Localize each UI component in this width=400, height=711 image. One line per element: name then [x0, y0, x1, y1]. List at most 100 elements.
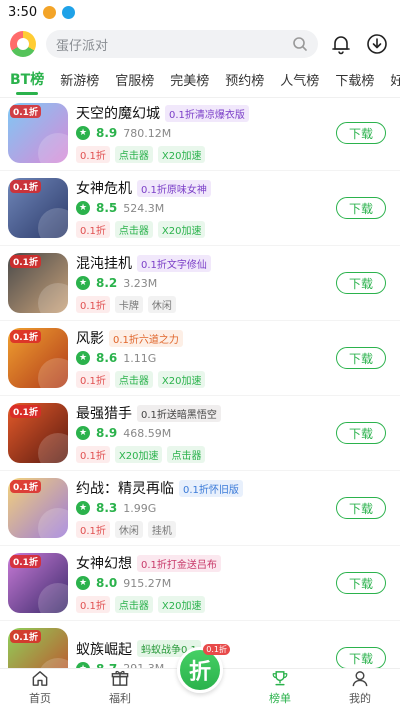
- discount-fab-icon[interactable]: 折 0.1折: [177, 644, 230, 693]
- game-thumbnail[interactable]: 0.1折: [8, 553, 68, 613]
- thumbnail-badge: 0.1折: [10, 180, 41, 193]
- game-info: 风影 0.1折六道之力 ★ 8.6 1.11G 0.1折 点击器 X20加速: [76, 328, 336, 388]
- promo-badge: 0.1折六道之力: [109, 329, 183, 347]
- game-tag: 休闲: [114, 520, 143, 538]
- game-thumbnail[interactable]: 0.1折: [8, 178, 68, 238]
- download-button[interactable]: 下载: [336, 572, 386, 594]
- download-button[interactable]: 下载: [336, 272, 386, 294]
- status-time: 3:50: [8, 4, 38, 20]
- game-info: 最强猎手 0.1折送暗黑悟空 ★ 8.9 468.59M 0.1折 X20加速 点击器: [76, 403, 336, 463]
- download-button[interactable]: 下载: [336, 347, 386, 369]
- game-tags-row: 0.1折 点击器 X20加速: [76, 595, 336, 613]
- search-input[interactable]: 蛋仔派对: [46, 30, 318, 58]
- game-thumbnail[interactable]: 0.1折: [8, 628, 68, 668]
- download-button[interactable]: 下载: [336, 197, 386, 219]
- game-list: 0.1折 天空的魔幻城 0.1折清凉爆衣版 ★ 8.9 780.12M 0.1折 点击器 X20…: [0, 96, 400, 668]
- game-tag: 挂机: [147, 520, 176, 538]
- game-thumbnail[interactable]: 0.1折: [8, 328, 68, 388]
- tab-official[interactable]: 官服榜: [107, 70, 162, 97]
- game-tag: 点击器: [114, 145, 153, 163]
- game-info: 约战：精灵再临 0.1折怀旧版 ★ 8.3 1.99G 0.1折 休闲 挂机: [76, 478, 336, 538]
- home-icon: [32, 671, 48, 686]
- game-tags-row: 0.1折 X20加速 点击器: [76, 445, 336, 463]
- tab-perfect[interactable]: 完美榜: [162, 70, 217, 97]
- tab-new-games[interactable]: 新游榜: [52, 70, 107, 97]
- list-item[interactable]: 0.1折 天空的魔幻城 0.1折清凉爆衣版 ★ 8.9 780.12M 0.1折 点击器 X20…: [0, 96, 400, 171]
- tab-preorder[interactable]: 预约榜: [217, 70, 272, 97]
- thumbnail-art: [38, 583, 68, 613]
- list-item[interactable]: 0.1折 风影 0.1折六道之力 ★ 8.6 1.11G 0.1折 点击器 X20加速 下载: [0, 321, 400, 396]
- nav-mine[interactable]: 我的: [320, 669, 400, 711]
- game-tag: X20加速: [157, 370, 206, 388]
- list-item[interactable]: 0.1折 最强猎手 0.1折送暗黑悟空 ★ 8.9 468.59M 0.1折 X20加速 点击器…: [0, 396, 400, 471]
- list-item[interactable]: 0.1折 女神危机 0.1折原味女神 ★ 8.5 524.3M 0.1折 点击器 X20加速 下载: [0, 171, 400, 246]
- game-thumbnail[interactable]: 0.1折: [8, 103, 68, 163]
- game-tag: 0.1折: [76, 445, 110, 463]
- game-title-row: 风影 0.1折六道之力: [76, 328, 336, 348]
- list-item[interactable]: 0.1折 约战：精灵再临 0.1折怀旧版 ★ 8.3 1.99G 0.1折 休闲 挂机 下载: [0, 471, 400, 546]
- tab-ratings[interactable]: 好评榜: [382, 70, 400, 97]
- game-size: 1.99G: [123, 501, 157, 515]
- game-thumbnail[interactable]: 0.1折: [8, 403, 68, 463]
- game-tag: X20加速: [157, 595, 206, 613]
- star-icon: ★: [76, 201, 90, 215]
- game-title-row: 最强猎手 0.1折送暗黑悟空: [76, 403, 336, 423]
- game-tags-row: 0.1折 休闲 挂机: [76, 520, 336, 538]
- game-stats-row: ★ 8.2 3.23M: [76, 274, 336, 292]
- tab-downloads[interactable]: 下载榜: [327, 70, 382, 97]
- nav-welfare[interactable]: 福利: [80, 669, 160, 711]
- game-size: 780.12M: [123, 126, 172, 140]
- notification-bell-icon[interactable]: [328, 31, 354, 57]
- fab-badge: 0.1折: [203, 644, 230, 655]
- game-tags-row: 0.1折 点击器 X20加速: [76, 220, 336, 238]
- game-stats-row: ★ 8.3 1.99G: [76, 499, 336, 517]
- game-thumbnail[interactable]: 0.1折: [8, 478, 68, 538]
- game-tag: X20加速: [157, 220, 206, 238]
- game-tag: 0.1折: [76, 145, 110, 163]
- game-thumbnail[interactable]: 0.1折: [8, 253, 68, 313]
- star-icon: ★: [76, 276, 90, 290]
- bottom-nav: 首页 福利 折 0.1折 榜单 我的: [0, 644, 400, 711]
- nav-discount[interactable]: 折 0.1折: [160, 644, 240, 711]
- tab-popular[interactable]: 人气榜: [272, 70, 327, 97]
- game-tags-row: 0.1折 点击器 X20加速: [76, 145, 336, 163]
- nav-home-label: 首页: [29, 692, 51, 705]
- download-button[interactable]: 下载: [336, 497, 386, 519]
- game-name: 混沌挂机: [76, 256, 132, 272]
- nav-home[interactable]: 首页: [0, 669, 80, 711]
- fab-glyph: 折: [188, 660, 211, 685]
- download-button[interactable]: 下载: [336, 647, 386, 668]
- game-name: 约战：精灵再临: [76, 481, 174, 497]
- app-logo-icon[interactable]: [10, 31, 36, 57]
- game-size: 1.11G: [123, 351, 157, 365]
- game-rating: 8.9: [96, 426, 118, 440]
- game-tags-row: 0.1折 卡牌 休闲: [76, 295, 336, 313]
- game-tag: 点击器: [114, 220, 153, 238]
- game-title-row: 女神危机 0.1折原味女神: [76, 178, 336, 198]
- thumbnail-art: [38, 658, 68, 668]
- download-button[interactable]: 下载: [336, 422, 386, 444]
- game-tag: 0.1折: [76, 595, 110, 613]
- download-manager-icon[interactable]: [364, 31, 390, 57]
- thumbnail-art: [38, 508, 68, 538]
- game-name: 最强猎手: [76, 406, 132, 422]
- list-item[interactable]: 0.1折 女神幻想 0.1折打金送吕布 ★ 8.0 915.27M 0.1折 点击器 X20加速…: [0, 546, 400, 621]
- game-stats-row: ★ 8.9 468.59M: [76, 424, 336, 442]
- download-button[interactable]: 下载: [336, 122, 386, 144]
- notification-app-icon: [62, 5, 76, 19]
- promo-badge: 0.1折清凉爆衣版: [165, 104, 249, 122]
- ranking-tabs: BT榜 新游榜 官服榜 完美榜 预约榜 人气榜 下载榜 好评榜: [0, 62, 400, 98]
- tab-bt[interactable]: BT榜: [10, 69, 52, 97]
- game-size: 3.23M: [123, 276, 158, 290]
- game-rating: 8.6: [96, 351, 118, 365]
- search-placeholder: 蛋仔派对: [56, 38, 109, 54]
- game-stats-row: ★ 8.0 915.27M: [76, 574, 336, 592]
- game-size: 524.3M: [123, 201, 165, 215]
- game-size: 915.27M: [123, 576, 172, 590]
- nav-ranking[interactable]: 榜单: [240, 669, 320, 711]
- star-icon: ★: [76, 426, 90, 440]
- game-info: 混沌挂机 0.1折文字修仙 ★ 8.2 3.23M 0.1折 卡牌 休闲: [76, 253, 336, 313]
- thumbnail-art: [38, 433, 68, 463]
- list-item[interactable]: 0.1折 混沌挂机 0.1折文字修仙 ★ 8.2 3.23M 0.1折 卡牌 休闲 下载: [0, 246, 400, 321]
- game-tag: 点击器: [167, 445, 206, 463]
